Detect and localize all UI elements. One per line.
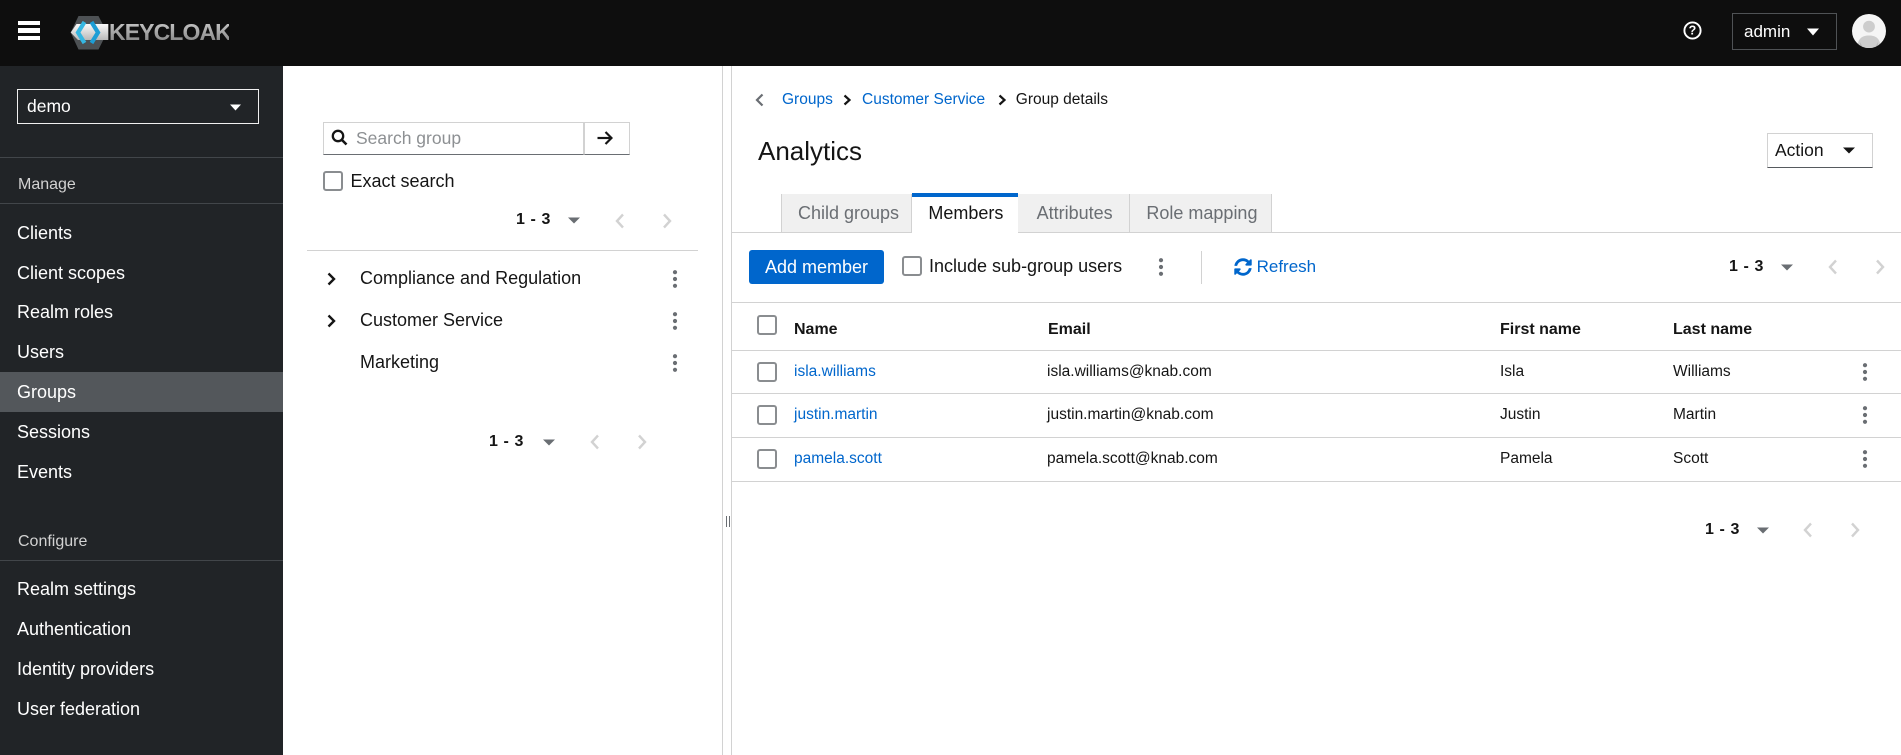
svg-text:KEYCLOAK: KEYCLOAK <box>109 19 229 45</box>
svg-text:?: ? <box>1689 24 1697 38</box>
